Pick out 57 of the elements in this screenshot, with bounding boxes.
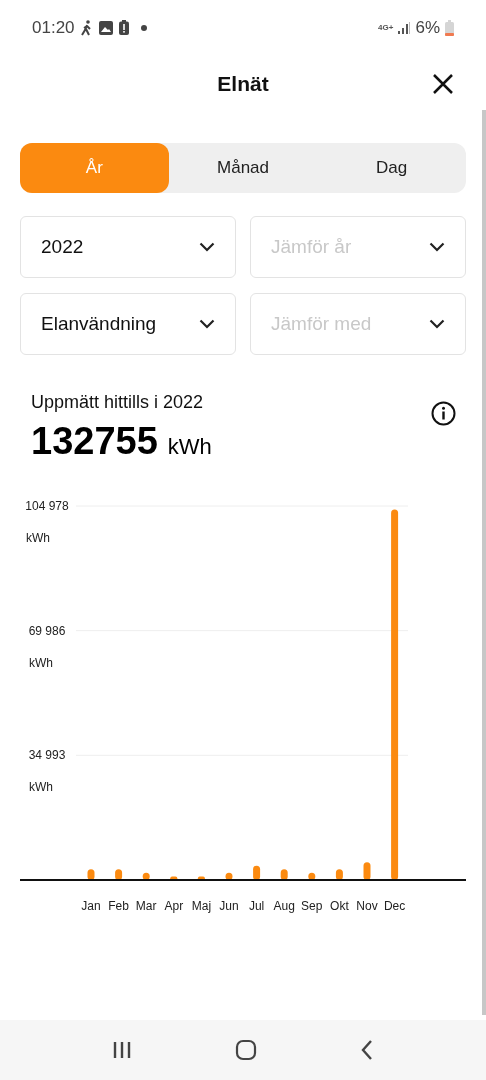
axis-tick-label: Jan: [81, 899, 101, 913]
axis-tick-label: Jun: [219, 899, 239, 913]
battery-icon: [445, 19, 454, 36]
dropdown[interactable]: 2022: [20, 216, 236, 278]
axis-tick-label: Aug: [273, 899, 295, 913]
axis-tick-label: Maj: [191, 899, 212, 913]
axis-unit-label: kWh: [26, 531, 50, 545]
bar: [170, 876, 178, 880]
image-icon: [98, 20, 113, 35]
chevron-down-icon: [199, 319, 215, 329]
axis-tick-label: Jul: [248, 899, 265, 913]
bar: [115, 869, 123, 880]
status-time: 01:20: [32, 16, 75, 39]
axis-tick-label: Okt: [330, 899, 349, 913]
axis-tick-label: 69 986: [28, 623, 66, 638]
scrollbar[interactable]: [482, 110, 486, 1015]
axis-tick-label: 34 993: [28, 748, 66, 763]
info-icon[interactable]: [431, 401, 456, 426]
unit-label: kWh: [167, 433, 212, 461]
dropdown-value: Elanvändning: [41, 311, 157, 336]
bar: [87, 869, 95, 880]
bar: [335, 869, 343, 880]
screen-title: Elnät: [217, 71, 269, 98]
signal-icon: [398, 21, 411, 34]
axis-tick-label: 104 978: [25, 499, 69, 513]
axis-unit-label: kWh: [29, 780, 53, 795]
walking-person-icon: [80, 19, 93, 36]
total-value: 132755: [31, 422, 158, 460]
bar: [308, 872, 316, 880]
dot-icon: [140, 24, 147, 31]
axis-unit-label: kWh: [29, 655, 53, 670]
summary-label: Uppmätt hittills i 2022: [31, 391, 205, 414]
recent-apps-icon[interactable]: [111, 1040, 132, 1060]
dropdown-value: 2022: [41, 234, 84, 259]
chevron-down-icon: [429, 242, 445, 252]
chevron-down-icon: [199, 242, 215, 252]
axis-tick-label: Sep: [301, 899, 323, 913]
segment-tab[interactable]: Månad: [168, 143, 318, 193]
battery-percent: 6%: [415, 16, 440, 39]
segment-tab[interactable]: Dag: [317, 143, 466, 193]
axis-tick-label: Dec: [383, 899, 406, 913]
network-type: 4G+: [378, 23, 394, 32]
chevron-down-icon: [429, 319, 445, 329]
axis-tick-label: Nov: [356, 899, 378, 913]
bar: [280, 869, 288, 880]
battery-alert-icon: [118, 20, 129, 35]
back-icon[interactable]: [360, 1039, 375, 1061]
bar: [363, 862, 371, 880]
bar: [253, 865, 261, 880]
bar: [225, 872, 233, 880]
bar: [142, 872, 150, 880]
home-icon[interactable]: [235, 1039, 257, 1061]
axis-tick-label: Apr: [164, 899, 184, 913]
axis-tick-label: Mar: [135, 899, 157, 913]
axis-tick-label: Feb: [108, 899, 129, 913]
dropdown[interactable]: Elanvändning: [20, 293, 236, 355]
bar: [197, 876, 205, 880]
